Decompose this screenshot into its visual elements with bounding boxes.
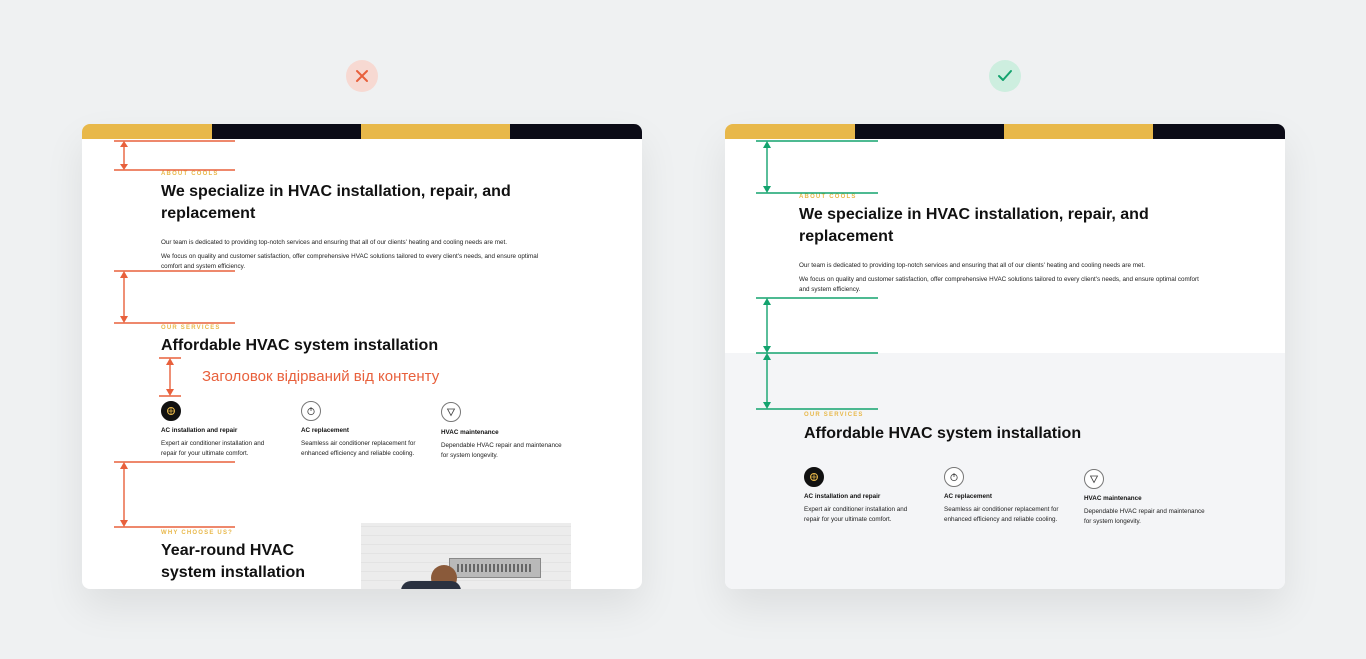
about-title-line2: replacement: [799, 228, 894, 245]
service-desc-2-line1: Seamless air conditioner replacement for: [944, 506, 1059, 513]
about-paragraph-2-line2: and system efficiency.: [799, 286, 861, 293]
about-paragraph-2-line1: We focus on quality and customer satisfa…: [161, 253, 539, 260]
funnel-icon: [1084, 469, 1104, 489]
about-title-line1: We specialize in HVAC installation, repa…: [799, 206, 1149, 223]
bad-example-badge: [346, 60, 378, 92]
top-color-bar: [725, 124, 1285, 139]
about-eyebrow: ABOUT COOLS: [161, 171, 219, 177]
about-title-line2: replacement: [161, 205, 256, 222]
check-icon: [998, 70, 1012, 81]
service-desc-1-line2: repair for your ultimate comfort.: [804, 516, 892, 523]
technician-photo: [361, 523, 571, 589]
service-title-1: AC installation and repair: [804, 493, 881, 500]
services-section: OUR SERVICES Affordable HVAC system inst…: [725, 353, 1285, 589]
why-eyebrow: WHY CHOOSE US?: [161, 530, 234, 536]
service-title-3: HVAC maintenance: [1084, 495, 1142, 502]
services-title: Affordable HVAC system installation: [161, 337, 439, 354]
thermostat-icon: [301, 401, 321, 421]
services-eyebrow: OUR SERVICES: [161, 325, 221, 331]
service-desc-1-line1: Expert air conditioner installation and: [804, 506, 908, 513]
service-desc-3-line2: for system longevity.: [1084, 518, 1141, 525]
about-eyebrow: ABOUT COOLS: [799, 194, 857, 200]
about-paragraph-2-line1: We focus on quality and customer satisfa…: [799, 276, 1199, 283]
why-title-line2: system installation: [161, 564, 306, 581]
service-desc-2-line2: enhanced efficiency and reliable cooling…: [301, 450, 415, 457]
good-example-badge: [989, 60, 1021, 92]
about-paragraph-1: Our team is dedicated to providing top-n…: [799, 262, 1145, 269]
service-title-2: AC replacement: [301, 427, 349, 434]
service-title-3: HVAC maintenance: [441, 429, 499, 436]
funnel-icon: [441, 402, 461, 422]
annotation-note: Заголовок відірваний від контенту: [202, 368, 440, 385]
service-desc-2-line2: enhanced efficiency and reliable cooling…: [944, 516, 1058, 523]
service-desc-3-line1: Dependable HVAC repair and maintenance: [1084, 508, 1205, 515]
fan-icon: [161, 401, 181, 421]
good-example-card: ABOUT COOLS We specialize in HVAC instal…: [725, 124, 1285, 589]
close-icon: [356, 70, 368, 82]
service-desc-2-line1: Seamless air conditioner replacement for: [301, 440, 416, 447]
service-desc-3-line1: Dependable HVAC repair and maintenance: [441, 442, 562, 449]
service-title-2: AC replacement: [944, 493, 992, 500]
services-title: Affordable HVAC system installation: [804, 425, 1082, 442]
bad-example-card: ABOUT COOLS We specialize in HVAC instal…: [82, 124, 642, 589]
about-paragraph-2-line2: comfort and system efficiency.: [161, 263, 246, 270]
about-title-line1: We specialize in HVAC installation, repa…: [161, 183, 511, 200]
about-paragraph-1: Our team is dedicated to providing top-n…: [161, 239, 507, 246]
service-desc-3-line2: for system longevity.: [441, 452, 498, 459]
top-color-bar: [82, 124, 642, 139]
service-title-1: AC installation and repair: [161, 427, 238, 434]
services-eyebrow: OUR SERVICES: [804, 412, 864, 418]
why-title-line1: Year-round HVAC: [161, 542, 295, 559]
service-desc-1-line1: Expert air conditioner installation and: [161, 440, 265, 447]
service-desc-1-line2: repair for your ultimate comfort.: [161, 450, 249, 457]
thermostat-icon: [944, 467, 964, 487]
fan-icon: [804, 467, 824, 487]
